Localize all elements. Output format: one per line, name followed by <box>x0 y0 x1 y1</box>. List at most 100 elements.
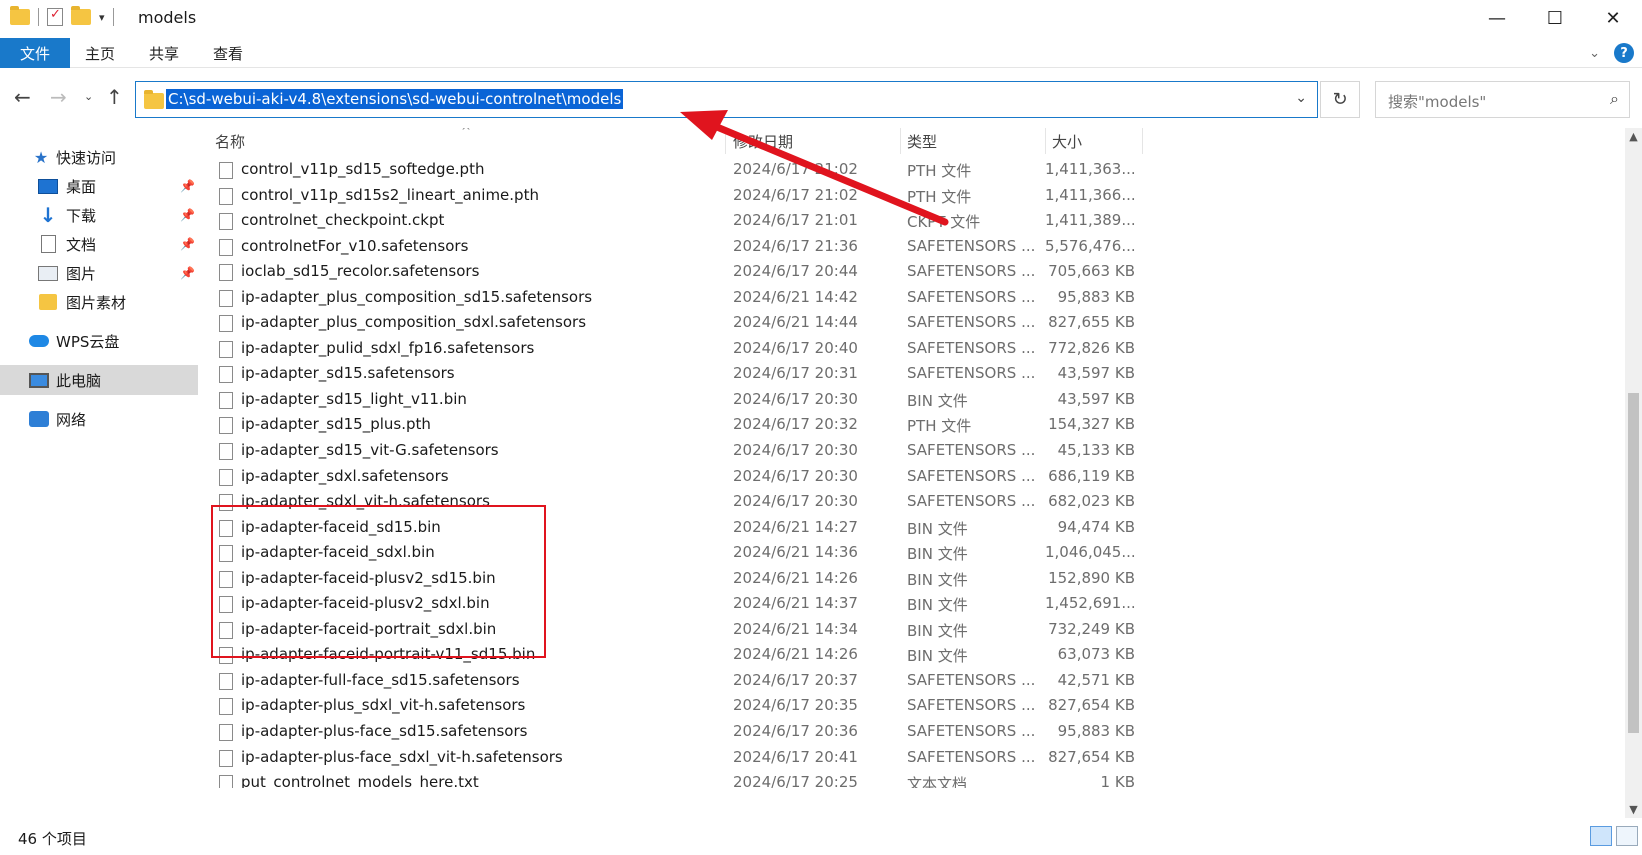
file-size: 94,474 KB <box>1057 517 1135 536</box>
pin-icon[interactable]: 📌 <box>180 266 195 280</box>
table-row[interactable]: ip-adapter-full-face_sd15.safetensors 202… <box>200 669 1625 695</box>
file-size: 43,597 KB <box>1057 389 1135 408</box>
table-row[interactable]: ip-adapter-faceid-portrait-v11_sd15.bin 2… <box>200 643 1625 669</box>
file-name: ip-adapter-plus_sdxl_vit-h.safetensors <box>241 696 526 715</box>
new-folder-icon[interactable] <box>71 6 91 25</box>
file-date: 2024/6/17 20:37 <box>733 670 858 689</box>
sidebar-item-desktop[interactable]: 桌面 📌 <box>0 171 198 201</box>
sidebar-item-pictures[interactable]: 图片 📌 <box>0 258 198 288</box>
search-input[interactable]: 搜索"models" ⌕ <box>1375 81 1630 118</box>
large-icons-view-icon[interactable] <box>1616 826 1638 846</box>
table-row[interactable]: ip-adapter_pulid_sdxl_fp16.safetensors 20… <box>200 337 1625 363</box>
column-header-type[interactable]: 类型 <box>907 128 937 154</box>
up-arrow-icon[interactable]: ↑ <box>106 85 123 109</box>
file-date: 2024/6/21 14:27 <box>733 517 858 536</box>
file-type: SAFETENSORS ... <box>907 670 1036 689</box>
expand-ribbon-icon[interactable]: ⌄ <box>1589 46 1600 61</box>
file-icon <box>219 570 233 588</box>
sidebar-item-this-pc[interactable]: 此电脑 <box>0 365 198 395</box>
table-row[interactable]: control_v11p_sd15_softedge.pth 2024/6/17 … <box>200 158 1625 184</box>
table-row[interactable]: controlnet_checkpoint.ckpt 2024/6/17 21:0… <box>200 209 1625 235</box>
table-row[interactable]: ip-adapter_sdxl.safetensors 2024/6/17 20:… <box>200 465 1625 491</box>
sidebar-item-label: 桌面 <box>66 177 97 196</box>
table-row[interactable]: ip-adapter-faceid-plusv2_sd15.bin 2024/6/… <box>200 567 1625 593</box>
sidebar-item-picture-assets[interactable]: 图片素材 <box>0 287 198 317</box>
pin-icon[interactable]: 📌 <box>180 237 195 251</box>
file-icon <box>219 187 233 205</box>
scroll-up-icon[interactable]: ▲ <box>1625 128 1642 145</box>
minimize-button[interactable]: — <box>1468 0 1526 36</box>
tab-share[interactable]: 共享 <box>148 38 180 68</box>
table-row[interactable]: ip-adapter_sd15.safetensors 2024/6/17 20:… <box>200 362 1625 388</box>
table-row[interactable]: ip-adapter_sd15_vit-G.safetensors 2024/6/… <box>200 439 1625 465</box>
file-date: 2024/6/21 14:34 <box>733 619 858 638</box>
column-divider[interactable] <box>725 128 726 154</box>
status-bar: 46 个项目 <box>0 818 1642 855</box>
help-icon[interactable]: ? <box>1614 43 1634 63</box>
table-row[interactable]: ioclab_sd15_recolor.safetensors 2024/6/17… <box>200 260 1625 286</box>
file-icon <box>219 647 233 665</box>
column-divider[interactable] <box>1045 128 1046 154</box>
file-date: 2024/6/17 21:02 <box>733 185 858 204</box>
file-type: SAFETENSORS ... <box>907 287 1036 306</box>
sidebar-item-downloads[interactable]: ↓ 下载 📌 <box>0 200 198 230</box>
address-bar[interactable]: C:\sd-webui-aki-v4.8\extensions\sd-webui… <box>135 81 1318 118</box>
table-row[interactable]: ip-adapter-faceid-plusv2_sdxl.bin 2024/6/… <box>200 592 1625 618</box>
table-row[interactable]: ip-adapter_plus_composition_sdxl.safeten… <box>200 311 1625 337</box>
toolbar-divider <box>112 8 114 26</box>
table-row[interactable]: ip-adapter-faceid_sdxl.bin 2024/6/21 14:3… <box>200 541 1625 567</box>
column-divider[interactable] <box>1142 128 1143 154</box>
table-row[interactable]: ip-adapter_plus_composition_sd15.safeten… <box>200 286 1625 312</box>
column-divider[interactable] <box>900 128 901 154</box>
table-row[interactable]: ip-adapter_sd15_plus.pth 2024/6/17 20:32 P… <box>200 413 1625 439</box>
details-view-icon[interactable] <box>1590 826 1612 846</box>
column-header-name[interactable]: 名称 <box>215 128 245 154</box>
file-size: 63,073 KB <box>1057 645 1135 664</box>
table-row[interactable]: ip-adapter_sdxl_vit-h.safetensors 2024/6/… <box>200 490 1625 516</box>
table-row[interactable]: ip-adapter_sd15_light_v11.bin 2024/6/17 2… <box>200 388 1625 414</box>
navigation-bar: ← → ⌄ ↑ C:\sd-webui-aki-v4.8\extensions\… <box>0 68 1642 128</box>
properties-icon[interactable] <box>47 7 63 26</box>
folder-icon[interactable] <box>10 6 30 25</box>
column-header-size[interactable]: 大小 <box>1052 128 1082 154</box>
table-row[interactable]: controlnetFor_v10.safetensors 2024/6/17 2… <box>200 235 1625 261</box>
file-list: ^ 名称 修改日期 类型 大小 control_v11p_sd15_softed… <box>200 128 1625 788</box>
maximize-button[interactable]: ☐ <box>1526 0 1584 36</box>
file-icon <box>219 315 233 333</box>
table-row[interactable]: ip-adapter-plus_sdxl_vit-h.safetensors 20… <box>200 694 1625 720</box>
table-row[interactable]: ip-adapter-faceid_sd15.bin 2024/6/21 14:2… <box>200 516 1625 542</box>
sidebar-item-network[interactable]: 网络 <box>0 404 198 434</box>
table-row[interactable]: ip-adapter-plus-face_sd15.safetensors 202… <box>200 720 1625 746</box>
back-arrow-icon[interactable]: ← <box>14 85 31 109</box>
scrollbar-thumb[interactable] <box>1628 393 1639 733</box>
table-row[interactable]: put_controlnet_models_here.txt 2024/6/17 … <box>200 771 1625 788</box>
file-type: SAFETENSORS ... <box>907 338 1036 357</box>
tab-home[interactable]: 主页 <box>84 38 116 68</box>
tab-file[interactable]: 文件 <box>0 38 70 68</box>
pin-icon[interactable]: 📌 <box>180 179 195 193</box>
tab-view[interactable]: 查看 <box>212 38 244 68</box>
table-row[interactable]: control_v11p_sd15s2_lineart_anime.pth 202… <box>200 184 1625 210</box>
pin-icon[interactable]: 📌 <box>180 208 195 222</box>
file-type: 文本文档 <box>907 775 968 788</box>
sidebar-item-documents[interactable]: 文档 📌 <box>0 229 198 259</box>
search-icon[interactable]: ⌕ <box>1610 89 1619 109</box>
sidebar-item-quick-access[interactable]: ★ 快速访问 <box>0 142 198 172</box>
customize-toolbar-icon[interactable]: ▾ <box>99 11 105 24</box>
address-path[interactable]: C:\sd-webui-aki-v4.8\extensions\sd-webui… <box>166 89 624 109</box>
file-type: BIN 文件 <box>907 570 968 589</box>
file-name: control_v11p_sd15s2_lineart_anime.pth <box>241 185 539 204</box>
refresh-button[interactable]: ↻ <box>1320 81 1360 118</box>
vertical-scrollbar[interactable]: ▲ ▼ <box>1625 128 1642 818</box>
column-header-date[interactable]: 修改日期 <box>733 128 793 154</box>
forward-arrow-icon[interactable]: → <box>50 85 67 109</box>
address-dropdown-icon[interactable]: ⌄ <box>1295 90 1307 106</box>
table-row[interactable]: ip-adapter-plus-face_sdxl_vit-h.safetens… <box>200 746 1625 772</box>
close-button[interactable]: ✕ <box>1584 0 1642 36</box>
file-name: ip-adapter_pulid_sdxl_fp16.safetensors <box>241 338 535 357</box>
recent-locations-icon[interactable]: ⌄ <box>84 90 93 103</box>
sidebar-item-wps-cloud[interactable]: WPS云盘 <box>0 326 198 356</box>
scroll-down-icon[interactable]: ▼ <box>1625 801 1642 818</box>
file-type: SAFETENSORS ... <box>907 236 1036 255</box>
table-row[interactable]: ip-adapter-faceid-portrait_sdxl.bin 2024/… <box>200 618 1625 644</box>
